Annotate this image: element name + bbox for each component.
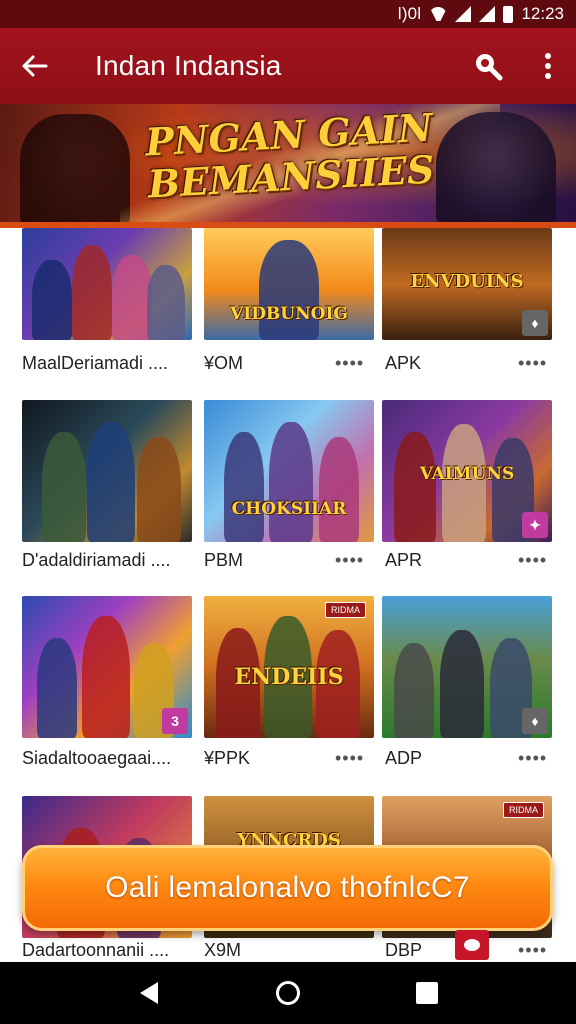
thumb-label: VAIMUNS [419,463,515,484]
more-dots-icon[interactable]: •••• [518,550,547,571]
app-thumbnail[interactable]: CHOKSIIAR [204,400,374,542]
thumb-label: ENVDUINS [410,270,524,292]
app-name: MaalDeriamadi .... [22,353,169,373]
app-thumbnail[interactable]: ENDEIIS RIDMA [204,596,374,738]
banner-hero-right-image [436,112,556,222]
system-nav-bar [0,962,576,1024]
back-button[interactable] [0,28,70,104]
app-bar: Indan Indansia [0,28,576,104]
app-type: APR [385,550,423,570]
more-dots-icon[interactable]: •••• [518,353,547,374]
status-bar: ǀ)0ǀ 12:23 [0,0,576,28]
app-type: APK [385,353,422,373]
more-vert-icon [545,53,551,79]
app-thumbnail[interactable]: ♦ [382,596,552,738]
app-thumbnail[interactable] [22,228,192,340]
signal-icon [455,6,472,22]
install-button[interactable]: Oali lemalonalvo thofnlcC7 [22,845,553,931]
app-size: ¥PPK [204,748,251,768]
more-menu-button[interactable] [520,28,576,104]
more-dots-icon[interactable]: •••• [335,550,364,571]
more-dots-icon[interactable]: •••• [335,353,364,374]
app-size: X9M [204,940,242,960]
more-dots-icon[interactable]: •••• [518,940,547,961]
arrow-left-icon [22,55,48,77]
app-thumbnail[interactable]: 3 [22,596,192,738]
more-dots-icon[interactable]: •••• [335,748,364,769]
nav-back-button[interactable] [119,968,179,1018]
search-icon [476,54,503,81]
app-title: Indan Indansia [95,50,282,81]
nav-back-icon [140,982,159,1004]
badge-icon: ✦ [522,512,548,538]
more-dots-icon[interactable]: •••• [518,748,547,769]
app-thumbnail[interactable] [22,400,192,542]
banner-hero-left-image [20,114,130,222]
signal-icon-2 [479,6,496,22]
thumb-label: ENDEIIS [234,664,344,691]
nav-home-button[interactable] [258,968,318,1018]
thumb-label: VIDBUNOIG [230,304,348,325]
status-time: 12:23 [521,4,564,23]
app-name: Dadartoonnanii .... [22,940,170,960]
promo-banner[interactable]: PNGAN GAIN BEMANSIIES [0,104,576,228]
chat-icon[interactable] [455,930,489,960]
top-badge: RIDMA [325,602,366,618]
banner-title: PNGAN GAIN BEMANSIIES [138,105,442,207]
badge-icon: ♦ [522,310,548,336]
app-size: PBM [204,550,244,570]
top-badge: RIDMA [503,802,544,818]
thumb-label: CHOKSIIAR [231,499,347,520]
wifi-icon [429,7,447,21]
app-type: ADP [385,748,423,768]
search-button[interactable] [456,28,520,104]
status-indicator-icon: ǀ)0ǀ [397,4,422,23]
nav-recents-button[interactable] [397,968,457,1018]
app-thumbnail[interactable]: VAIMUNS ✦ [382,400,552,542]
battery-icon [503,5,514,23]
badge-icon: ♦ [522,708,548,734]
app-size: ¥OM [204,353,244,373]
app-thumbnail[interactable]: VIDBUNOIG [204,228,374,340]
app-type: DBP [385,940,423,960]
nav-home-icon [275,981,300,1005]
app-thumbnail[interactable]: ENVDUINS ♦ [382,228,552,340]
app-name: D'adaldiriamadi .... [22,550,171,570]
nav-recents-icon [415,982,438,1004]
badge-icon: 3 [162,708,188,734]
app-name: Siadaltooaegaai.... [22,748,172,768]
